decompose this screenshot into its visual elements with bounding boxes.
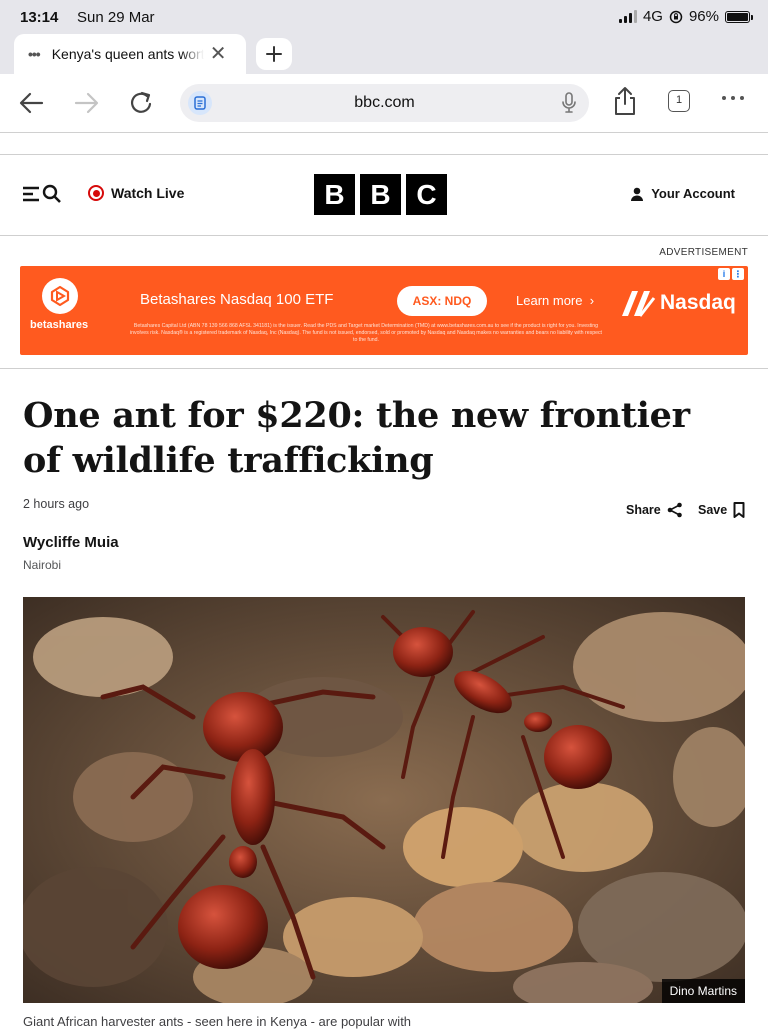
- tab-title: Kenya's queen ants worth: [51, 46, 204, 62]
- bookmark-icon: [733, 502, 745, 518]
- advert-learn-more-link[interactable]: Learn more ›: [516, 293, 594, 308]
- advert-ticker: ASX: NDQ: [397, 286, 487, 316]
- search-icon: [42, 184, 61, 203]
- bbc-logo[interactable]: B B C: [314, 174, 447, 215]
- browser-top-bar: 13:14 Sun 29 Mar 4G 96% ••• Kenya's quee…: [0, 0, 768, 74]
- tab-favicon-icon: •••: [28, 46, 41, 62]
- account-button[interactable]: Your Account: [631, 186, 735, 201]
- share-icon: [615, 87, 635, 115]
- nasdaq-mark-icon: [622, 291, 656, 317]
- author-location: Nairobi: [23, 558, 62, 572]
- betashares-logo: [42, 278, 78, 314]
- article-timestamp: 2 hours ago: [23, 497, 90, 511]
- signal-icon: [618, 10, 637, 23]
- share-button[interactable]: Share: [626, 502, 683, 518]
- ad-choices-icon[interactable]: i ⋮: [718, 268, 744, 280]
- advertisement-label: ADVERTISEMENT: [659, 247, 748, 258]
- account-label: Your Account: [651, 186, 735, 201]
- advert-brand: betashares: [30, 319, 89, 331]
- logo-letter: B: [360, 174, 401, 215]
- save-label: Save: [698, 503, 728, 517]
- battery-percent: 96%: [688, 8, 719, 25]
- divider: [0, 368, 768, 369]
- reload-button[interactable]: [128, 88, 156, 118]
- browser-tab[interactable]: ••• Kenya's queen ants worth ✕: [14, 34, 246, 74]
- close-tab-icon[interactable]: ✕: [210, 44, 227, 64]
- status-date: Sun 29 Mar: [77, 9, 155, 26]
- status-bar: 13:14 Sun 29 Mar 4G 96%: [0, 0, 768, 34]
- watch-live-label: Watch Live: [111, 185, 185, 201]
- live-icon: [88, 185, 104, 201]
- advert-fine-print: Betashares Capital Ltd (ABN 78 139 566 8…: [130, 323, 602, 343]
- ants-photo-illustration: [23, 597, 745, 1003]
- status-time: 13:14: [20, 9, 59, 26]
- reload-icon: [131, 91, 152, 113]
- forward-arrow-icon: [74, 92, 99, 114]
- bbc-header: Watch Live B B C Your Account: [0, 154, 768, 236]
- article-headline: One ant for $220: the new frontier of wi…: [23, 395, 690, 481]
- share-label: Share: [626, 503, 661, 517]
- lock-rotation-icon: [669, 10, 683, 23]
- browser-toolbar: bbc.com 1: [0, 74, 768, 133]
- tab-switcher-button[interactable]: 1: [668, 90, 690, 112]
- logo-letter: C: [406, 174, 447, 215]
- advert-cta-label: Learn more: [516, 293, 583, 308]
- status-indicators: 4G 96%: [618, 8, 753, 25]
- advert-banner[interactable]: betashares Betashares Nasdaq 100 ETF ASX…: [20, 266, 748, 355]
- plus-icon: [266, 46, 282, 62]
- author-name: Wycliffe Muia: [23, 534, 119, 551]
- photo-credit: Dino Martins: [661, 979, 745, 1003]
- logo-letter: B: [314, 174, 355, 215]
- nasdaq-logo: Nasdaq: [620, 288, 736, 318]
- watch-live-button[interactable]: Watch Live: [88, 185, 184, 201]
- share-nodes-icon: [667, 502, 682, 518]
- new-tab-button[interactable]: [256, 38, 292, 70]
- menu-search-button[interactable]: [22, 184, 62, 204]
- photo-caption: Giant African harvester ants - seen here…: [23, 1014, 412, 1029]
- battery-icon: [725, 10, 753, 23]
- back-button[interactable]: [18, 88, 44, 118]
- forward-button[interactable]: [74, 88, 100, 118]
- more-menu-icon[interactable]: [722, 96, 744, 100]
- user-icon: [631, 187, 644, 201]
- microphone-icon[interactable]: [561, 92, 577, 119]
- network-type: 4G: [642, 8, 663, 25]
- save-button[interactable]: Save: [698, 502, 745, 518]
- address-bar[interactable]: bbc.com: [180, 84, 589, 122]
- back-arrow-icon: [19, 92, 44, 114]
- article-photo: Dino Martins: [23, 597, 745, 1003]
- share-page-button[interactable]: [613, 86, 637, 116]
- nasdaq-label: Nasdaq: [660, 291, 736, 314]
- advert-headline: Betashares Nasdaq 100 ETF: [140, 291, 334, 308]
- url-text: bbc.com: [354, 94, 415, 111]
- menu-icon: [23, 186, 39, 202]
